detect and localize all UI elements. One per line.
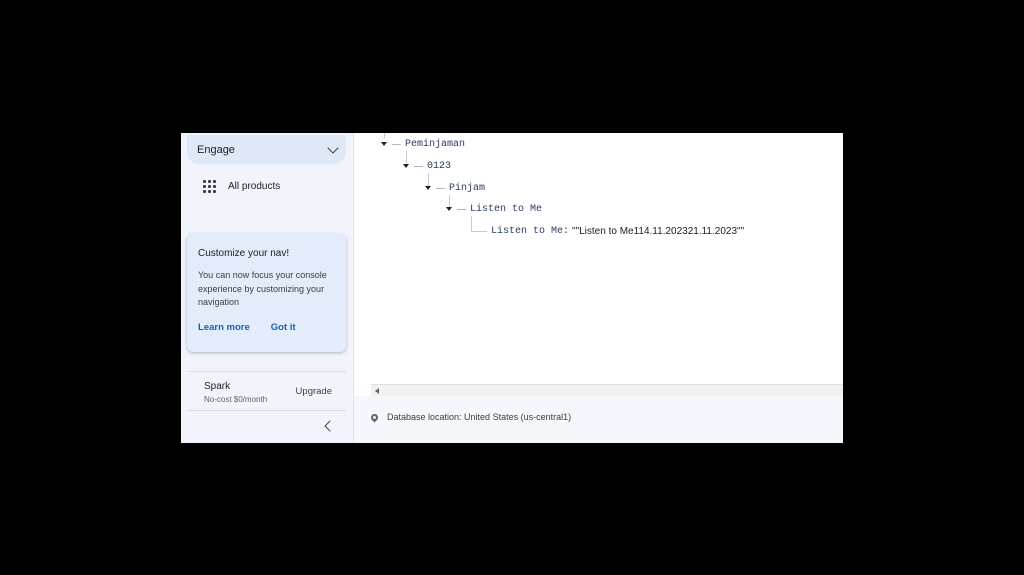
location-pin-icon — [369, 412, 380, 422]
chevron-down-icon — [327, 141, 339, 154]
tree-node-peminjaman[interactable]: Peminjaman — [381, 137, 465, 151]
node-key: Listen to Me — [470, 203, 543, 215]
scroll-left-arrow-icon[interactable] — [375, 388, 379, 394]
expand-arrow-icon[interactable] — [446, 207, 452, 211]
database-location-text: Database location: United States (us-cen… — [387, 412, 572, 422]
node-key: 0123 — [427, 160, 452, 172]
database-tree: Peminjaman 0123 Pinjam Listen to Me List… — [371, 133, 843, 385]
database-location: Database location: United States (us-cen… — [369, 412, 572, 422]
tree-node-listen-to-me[interactable]: Listen to Me — [446, 202, 542, 216]
collapse-sidebar-chevron-icon[interactable] — [324, 420, 336, 432]
apps-grid-icon — [203, 180, 216, 193]
billing-plan: Spark No-cost $0/month Upgrade — [187, 371, 346, 411]
leaf-value[interactable]: ""Listen to Me114.11.202321.11.2023"" — [572, 226, 744, 237]
customize-nav-card: Customize your nav! You can now focus yo… — [187, 234, 346, 352]
nav-card-body: You can now focus your console experienc… — [198, 270, 327, 307]
plan-price: No-cost $0/month — [204, 395, 268, 404]
expand-arrow-icon[interactable] — [425, 186, 431, 190]
leaf-key: Listen to Me: — [491, 225, 570, 237]
expand-arrow-icon[interactable] — [381, 142, 387, 146]
engage-section-dropdown[interactable]: Engage — [187, 135, 346, 164]
tree-leaf-listen-to-me[interactable]: Listen to Me: ""Listen to Me114.11.20232… — [491, 224, 744, 238]
tree-node-0123[interactable]: 0123 — [403, 159, 451, 173]
engage-label: Engage — [197, 143, 235, 156]
upgrade-button[interactable]: Upgrade — [296, 386, 332, 397]
all-products-label: All products — [228, 181, 281, 192]
tree-node-pinjam[interactable]: Pinjam — [425, 181, 485, 195]
learn-more-link[interactable]: Learn more — [198, 322, 250, 333]
firebase-console-window: Engage All products Customize your nav! … — [181, 133, 843, 443]
all-products-link[interactable]: All products — [203, 180, 280, 193]
sidebar: Engage All products Customize your nav! … — [181, 133, 354, 443]
nav-card-actions: Learn more Got it — [198, 322, 335, 333]
got-it-button[interactable]: Got it — [271, 322, 296, 333]
node-key: Peminjaman — [405, 138, 466, 150]
plan-name: Spark — [204, 381, 231, 392]
node-key: Pinjam — [449, 182, 486, 194]
database-footer: Database location: United States (us-cen… — [354, 396, 843, 443]
nav-card-title: Customize your nav! — [198, 248, 290, 259]
expand-arrow-icon[interactable] — [403, 164, 409, 168]
